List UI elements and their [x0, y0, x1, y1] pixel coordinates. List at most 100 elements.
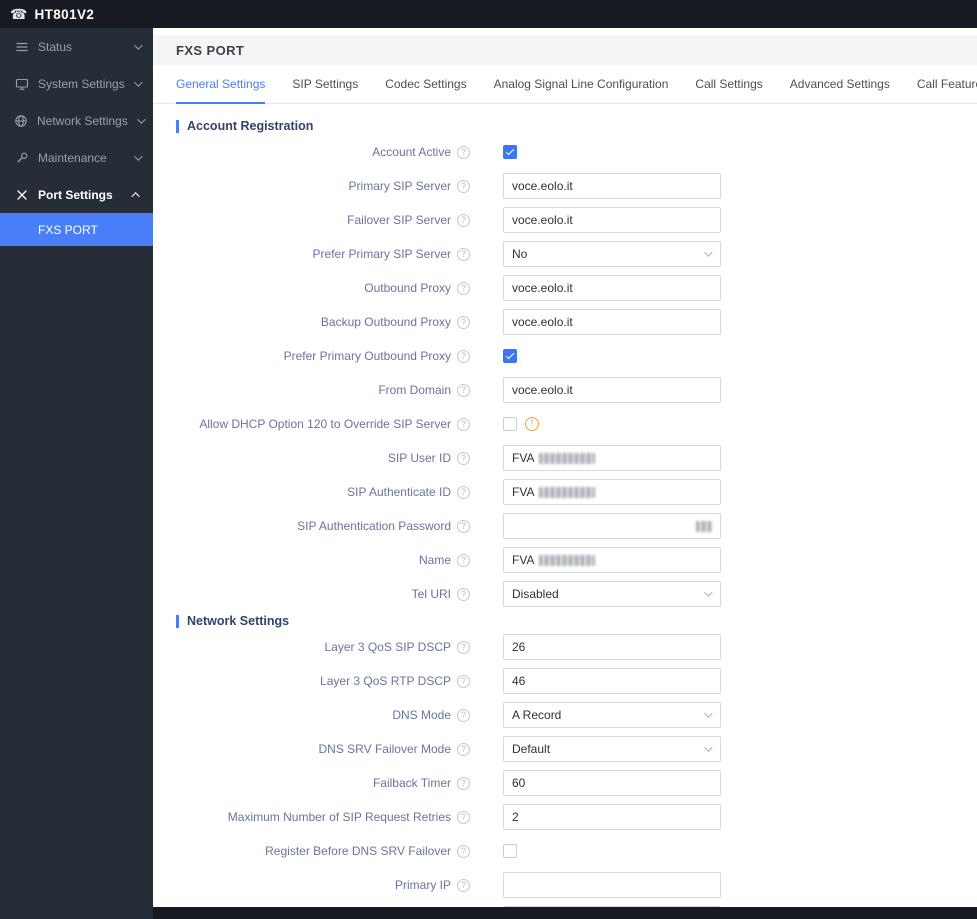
sidebar-item-label: Status	[38, 39, 73, 54]
tab-call-settings[interactable]: Call Settings	[695, 65, 762, 104]
field-label: Prefer Primary SIP Server	[312, 247, 451, 261]
form-row-max-sip-request-retries: Maximum Number of SIP Request Retries	[153, 800, 977, 834]
sip-authentication-password-input[interactable]	[503, 513, 721, 539]
sidebar-item-system-settings[interactable]: System Settings	[0, 65, 153, 102]
backup-outbound-proxy-input[interactable]	[503, 309, 721, 335]
help-icon[interactable]	[457, 315, 470, 329]
prefer-primary-sip-server-select[interactable]: No	[503, 241, 721, 267]
help-icon[interactable]	[457, 553, 470, 567]
help-icon[interactable]	[457, 640, 470, 654]
tab-sip-settings[interactable]: SIP Settings	[292, 65, 358, 104]
tab-advanced-settings[interactable]: Advanced Settings	[790, 65, 890, 104]
help-icon[interactable]	[457, 179, 470, 193]
form-row-from-domain: From Domain	[153, 373, 977, 407]
chevron-down-icon	[134, 77, 143, 87]
form-row-layer3-qos-rtp-dscp: Layer 3 QoS RTP DSCP	[153, 664, 977, 698]
main-content: FXS PORT General Settings SIP Settings C…	[153, 28, 977, 919]
field-label: Register Before DNS SRV Failover	[265, 844, 451, 858]
tab-analog-signal-line-configuration[interactable]: Analog Signal Line Configuration	[494, 65, 669, 104]
primary-ip-input[interactable]	[503, 872, 721, 898]
chevron-down-icon	[134, 40, 143, 50]
form-row-sip-user-id: SIP User ID FVA	[153, 441, 977, 475]
chevron-down-icon	[704, 248, 713, 257]
field-label: Allow DHCP Option 120 to Override SIP Se…	[199, 417, 451, 431]
chevron-up-icon	[131, 191, 140, 201]
layer3-qos-rtp-dscp-input[interactable]	[503, 668, 721, 694]
help-icon[interactable]	[457, 451, 470, 465]
outbound-proxy-input[interactable]	[503, 275, 721, 301]
primary-sip-server-input[interactable]	[503, 173, 721, 199]
form-row-prefer-primary-outbound-proxy: Prefer Primary Outbound Proxy	[153, 339, 977, 373]
form-row-allow-dhcp-option-120: Allow DHCP Option 120 to Override SIP Se…	[153, 407, 977, 441]
sidebar-item-status[interactable]: Status	[0, 28, 153, 65]
help-icon[interactable]	[457, 587, 470, 601]
port-settings-icon	[14, 188, 29, 202]
help-icon[interactable]	[457, 844, 470, 858]
sidebar-item-label: Maintenance	[38, 150, 107, 165]
sip-authenticate-id-input[interactable]: FVA	[503, 479, 721, 505]
field-label: Layer 3 QoS RTP DSCP	[320, 674, 451, 688]
dns-mode-select[interactable]: A Record	[503, 702, 721, 728]
field-label: DNS SRV Failover Mode	[318, 742, 452, 756]
help-icon[interactable]	[457, 742, 470, 756]
tab-general-settings[interactable]: General Settings	[176, 65, 266, 104]
max-sip-request-retries-input[interactable]	[503, 804, 721, 830]
prefer-primary-outbound-proxy-checkbox[interactable]	[503, 349, 517, 363]
sidebar-subitem-label: FXS PORT	[38, 222, 98, 237]
top-bar: HT801V2	[0, 0, 977, 28]
form-row-layer3-qos-sip-dscp: Layer 3 QoS SIP DSCP	[153, 630, 977, 664]
redacted-text	[539, 452, 596, 464]
help-icon[interactable]	[457, 878, 470, 892]
name-input[interactable]: FVA	[503, 547, 721, 573]
form-row-sip-authenticate-id: SIP Authenticate ID FVA	[153, 475, 977, 509]
sidebar-item-port-settings[interactable]: Port Settings	[0, 176, 153, 213]
dns-srv-failover-mode-select[interactable]: Default	[503, 736, 721, 762]
help-icon[interactable]	[457, 145, 470, 159]
account-active-checkbox[interactable]	[503, 145, 517, 159]
help-icon[interactable]	[457, 485, 470, 499]
field-label: DNS Mode	[392, 708, 451, 722]
help-icon[interactable]	[457, 417, 470, 431]
tab-bar: General Settings SIP Settings Codec Sett…	[153, 65, 977, 104]
form-row-register-before-dns-srv-failover: Register Before DNS SRV Failover	[153, 834, 977, 868]
checkmark-icon	[505, 146, 515, 156]
help-icon[interactable]	[457, 281, 470, 295]
field-label: SIP Authenticate ID	[347, 485, 451, 499]
checkmark-icon	[505, 350, 515, 360]
allow-dhcp-option-120-checkbox[interactable]	[503, 417, 517, 431]
help-icon[interactable]	[457, 349, 470, 363]
help-icon[interactable]	[457, 674, 470, 688]
form-row-backup-outbound-proxy: Backup Outbound Proxy	[153, 305, 977, 339]
device-title: HT801V2	[34, 6, 95, 22]
field-label: Maximum Number of SIP Request Retries	[227, 810, 451, 824]
sidebar-item-maintenance[interactable]: Maintenance	[0, 139, 153, 176]
layer3-qos-sip-dscp-input[interactable]	[503, 634, 721, 660]
register-before-dns-srv-failover-checkbox[interactable]	[503, 844, 517, 858]
failback-timer-input[interactable]	[503, 770, 721, 796]
field-label: Failover SIP Server	[347, 213, 451, 227]
sidebar-item-fxs-port[interactable]: FXS PORT	[0, 213, 153, 246]
help-icon[interactable]	[457, 519, 470, 533]
network-settings-icon	[14, 114, 28, 128]
field-value: FVA	[512, 485, 535, 499]
tel-uri-select[interactable]: Disabled	[503, 581, 721, 607]
help-icon[interactable]	[457, 213, 470, 227]
help-icon[interactable]	[457, 247, 470, 261]
sidebar-item-network-settings[interactable]: Network Settings	[0, 102, 153, 139]
help-icon[interactable]	[457, 708, 470, 722]
tab-call-features-settings[interactable]: Call Features Settings	[917, 65, 977, 104]
section-title-network-settings: Network Settings	[176, 615, 977, 628]
from-domain-input[interactable]	[503, 377, 721, 403]
failover-sip-server-input[interactable]	[503, 207, 721, 233]
chevron-down-icon	[134, 151, 143, 161]
field-label: Layer 3 QoS SIP DSCP	[324, 640, 451, 654]
page-title: FXS PORT	[176, 42, 245, 58]
help-icon[interactable]	[457, 776, 470, 790]
help-icon[interactable]	[457, 383, 470, 397]
sidebar-item-label: Network Settings	[37, 113, 128, 128]
chevron-down-icon	[704, 588, 713, 597]
sip-user-id-input[interactable]: FVA	[503, 445, 721, 471]
help-icon[interactable]	[457, 810, 470, 824]
phone-logo-icon	[10, 7, 27, 21]
tab-codec-settings[interactable]: Codec Settings	[385, 65, 466, 104]
